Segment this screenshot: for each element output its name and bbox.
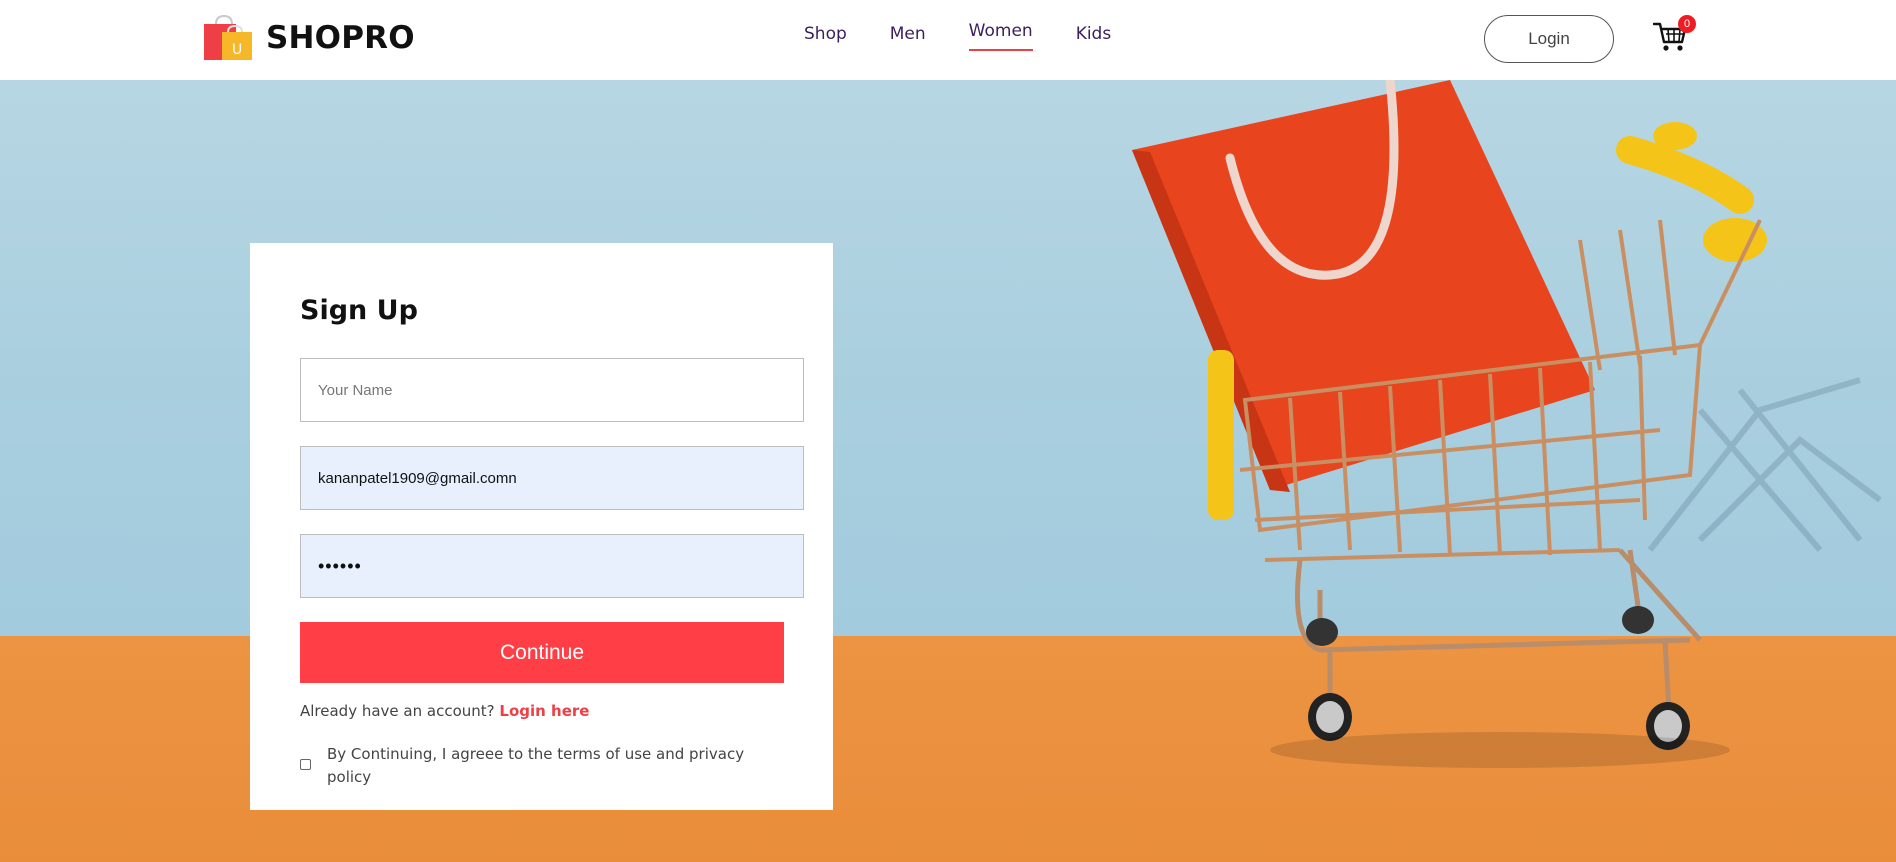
cart-button[interactable]: 0 (1652, 15, 1696, 54)
shopping-bag-logo-icon: U (204, 14, 252, 60)
main-nav: Shop Men Women Kids (804, 21, 1154, 51)
login-prompt: Already have an account? Login here (300, 702, 589, 720)
continue-button[interactable]: Continue (300, 622, 784, 683)
nav-link-women[interactable]: Women (968, 21, 1033, 51)
cart-count-badge: 0 (1678, 15, 1696, 33)
terms-checkbox[interactable] (300, 759, 311, 770)
header-login-button[interactable]: Login (1484, 15, 1614, 63)
login-prompt-text: Already have an account? (300, 702, 495, 720)
email-input[interactable] (300, 446, 804, 510)
nav-link-shop[interactable]: Shop (804, 24, 847, 50)
hero-section: Sign Up Continue Already have an account… (0, 80, 1896, 862)
signup-form: Sign Up Continue Already have an account… (250, 243, 833, 810)
brand-logo[interactable]: U SHOPRO (202, 14, 415, 62)
top-navbar: U SHOPRO Shop Men Women Kids Login 0 (0, 0, 1896, 80)
brand-name: SHOPRO (266, 20, 415, 56)
terms-label: By Continuing, I agreee to the terms of … (327, 745, 745, 786)
name-input[interactable] (300, 358, 804, 422)
login-here-link[interactable]: Login here (499, 702, 589, 720)
nav-link-kids[interactable]: Kids (1076, 24, 1112, 50)
password-input[interactable] (300, 534, 804, 598)
svg-text:U: U (232, 42, 242, 58)
signup-title: Sign Up (300, 295, 418, 326)
nav-link-men[interactable]: Men (890, 24, 926, 50)
